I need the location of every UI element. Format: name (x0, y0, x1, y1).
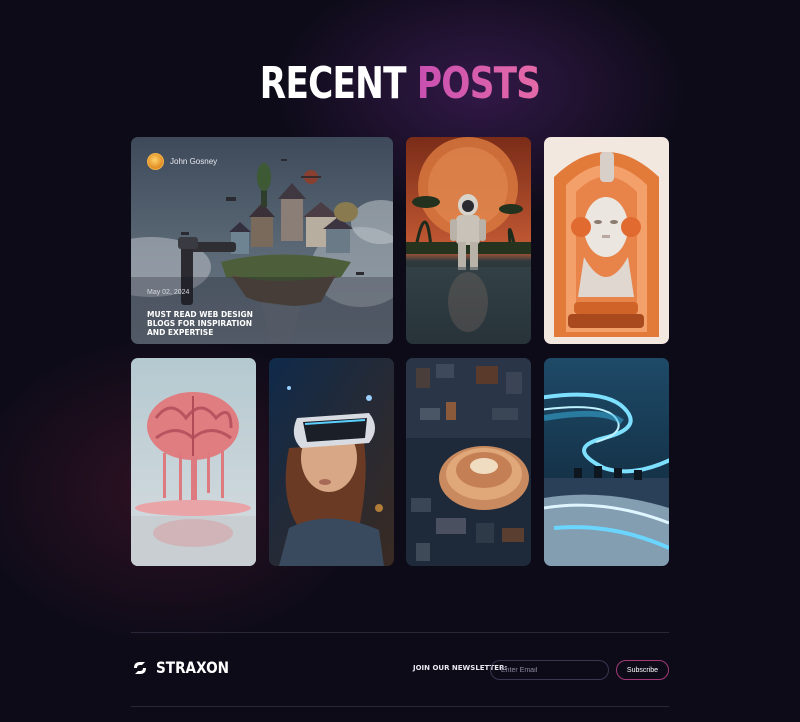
author-name: John Gosney (170, 157, 218, 166)
post-card-vr[interactable] (269, 358, 394, 566)
post-card-neon-room[interactable] (544, 358, 669, 566)
title-part-recent: RECENT (259, 58, 407, 109)
post-card-circuit[interactable] (406, 358, 531, 566)
astronaut-in-water-image (406, 137, 531, 344)
post-card-astronaut[interactable] (406, 137, 531, 344)
post-card-robot-head[interactable] (544, 137, 669, 344)
melting-brain-image (131, 358, 256, 566)
footer-logo[interactable]: STRAXON (131, 658, 242, 677)
footer-divider-bottom (131, 706, 669, 707)
posts-grid: John Gosney May 02, 2024 MUST READ WEB D… (131, 137, 669, 566)
section-title: RECENT POSTS (88, 58, 712, 109)
vr-headset-girl-image (269, 358, 394, 566)
featured-post-card[interactable]: John Gosney May 02, 2024 MUST READ WEB D… (131, 137, 393, 344)
author-avatar (147, 153, 164, 170)
post-author[interactable]: John Gosney (147, 153, 217, 170)
robot-head-sculpture-image (544, 137, 669, 344)
post-title[interactable]: MUST READ WEB DESIGN BLOGS FOR INSPIRATI… (147, 310, 267, 337)
post-card-brain[interactable] (131, 358, 256, 566)
post-date: May 02, 2024 (147, 289, 190, 296)
subscribe-button[interactable]: Subscribe (616, 660, 669, 680)
footer-divider-top (131, 632, 669, 633)
circuit-board-chip-image (406, 358, 531, 566)
neon-futuristic-room-image (544, 358, 669, 566)
straxon-logo-icon (134, 661, 146, 674)
email-input[interactable] (490, 660, 609, 680)
brand-name: STRAXON (156, 658, 230, 677)
title-part-posts: POSTS (416, 58, 541, 109)
